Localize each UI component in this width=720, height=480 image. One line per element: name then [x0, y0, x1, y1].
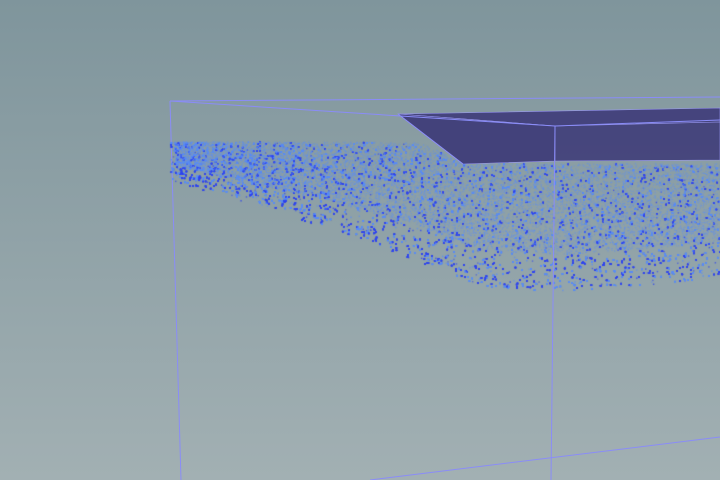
fluid-particles: [0, 0, 720, 480]
3d-viewport[interactable]: [0, 0, 720, 480]
